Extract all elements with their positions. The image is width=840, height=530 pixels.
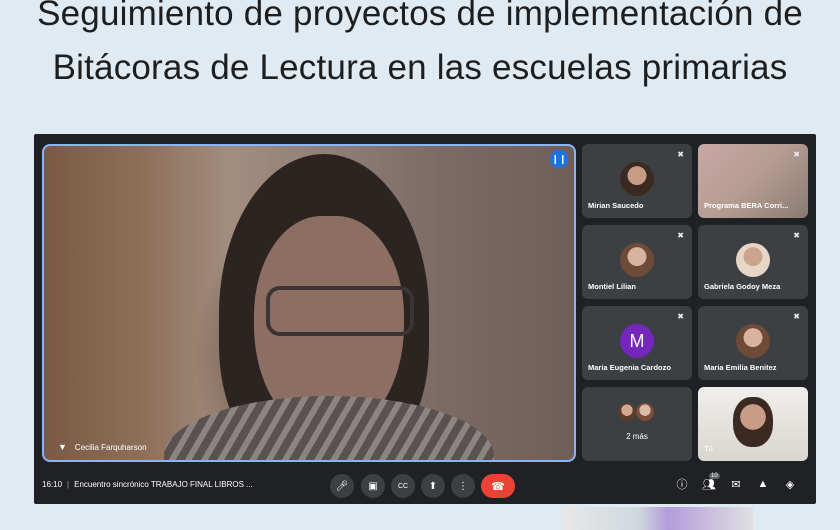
meet-window: ❙❙ ▼ Cecilia Farquharson ✖ Mirian Sauced… — [34, 134, 816, 504]
mic-off-icon: ✖ — [793, 231, 800, 240]
participant-name: Programa BERA Corri... — [704, 201, 789, 210]
speaking-indicator-icon: ❙❙ — [550, 150, 568, 168]
host-controls-button[interactable]: ◈ — [782, 476, 798, 492]
participant-name: Gabriela Godoy Meza — [704, 282, 781, 291]
microphone-button[interactable]: 🎤︎ — [330, 474, 354, 498]
avatar — [736, 243, 770, 277]
activities-button[interactable]: ▲ — [755, 476, 771, 492]
participant-name: Mirian Saucedo — [588, 201, 644, 210]
avatar — [636, 403, 654, 421]
chat-button[interactable]: ✉ — [728, 476, 744, 492]
mic-off-icon: ✖ — [677, 231, 684, 240]
avatar — [736, 324, 770, 358]
main-speaker-name: Cecilia Farquharson — [74, 442, 147, 452]
people-icon: 👥︎ — [702, 478, 716, 491]
more-participants-label: 2 más — [626, 432, 648, 441]
present-icon: ⬆ — [428, 480, 438, 492]
participant-tile[interactable]: ✖ Gabriela Godoy Meza — [698, 225, 808, 299]
page-title-line2: Bitácoras de Lectura en las escuelas pri… — [52, 48, 788, 87]
mic-off-icon: ✖ — [793, 150, 800, 159]
shield-icon: ◈ — [785, 478, 795, 491]
meeting-time: 16:10 — [42, 480, 63, 489]
more-participants-tile[interactable]: 2 más — [582, 387, 692, 461]
meeting-title: Encuentro sincrónico TRABAJO FINAL LIBRO… — [74, 480, 253, 489]
camera-button[interactable]: ▣ — [361, 474, 385, 498]
participant-name: Montiel Lilian — [588, 282, 636, 291]
self-video — [733, 397, 773, 447]
end-call-icon: ☎ — [491, 480, 505, 493]
decorative-image — [563, 507, 753, 530]
participant-tile[interactable]: ✖ Mirian Saucedo — [582, 144, 692, 218]
participant-tile[interactable]: M ✖ Maria Eugenia Cardozo — [582, 306, 692, 380]
avatar — [620, 243, 654, 277]
participant-tile[interactable]: ✖ Montiel Lilian — [582, 225, 692, 299]
activities-icon: ▲ — [757, 478, 769, 490]
participant-name: Maria Eugenia Cardozo — [588, 363, 671, 372]
meeting-toolbar: 16:10 | Encuentro sincrónico TRABAJO FINAL… — [34, 466, 816, 504]
mic-off-icon: ✖ — [677, 150, 684, 159]
present-button[interactable]: ⬆ — [421, 474, 445, 498]
info-icon: ⓘ — [676, 479, 688, 491]
pin-icon[interactable]: ▼ — [58, 442, 67, 452]
avatar: M — [620, 324, 654, 358]
captions-button[interactable]: CC — [391, 474, 415, 498]
captions-icon: CC — [397, 482, 409, 490]
participant-tile[interactable]: ✖ Maria Emilia Benitez — [698, 306, 808, 380]
self-tile[interactable]: Tú — [698, 387, 808, 461]
end-call-button[interactable]: ☎ — [481, 474, 515, 498]
page-title-line1: Seguimiento de proyectos de implementaci… — [37, 0, 803, 33]
people-count-badge: 10 — [709, 473, 720, 479]
microphone-icon: 🎤︎ — [335, 480, 349, 492]
participant-name: Maria Emilia Benitez — [704, 363, 777, 372]
avatar — [620, 162, 654, 196]
mic-off-icon: ✖ — [677, 312, 684, 321]
info-button[interactable]: ⓘ — [674, 476, 690, 492]
mic-off-icon: ✖ — [793, 312, 800, 321]
self-label: Tú — [704, 444, 713, 453]
main-speaker-tile[interactable]: ❙❙ ▼ Cecilia Farquharson — [42, 144, 576, 462]
more-icon: ⋮ — [458, 480, 468, 492]
chat-icon: ✉ — [731, 478, 741, 491]
participant-tile[interactable]: ✖ Programa BERA Corri... — [698, 144, 808, 218]
avatar — [618, 403, 636, 421]
people-button[interactable]: 👥︎ 10 — [701, 473, 720, 492]
camera-icon: ▣ — [368, 480, 378, 492]
more-options-button[interactable]: ⋮ — [451, 474, 475, 498]
